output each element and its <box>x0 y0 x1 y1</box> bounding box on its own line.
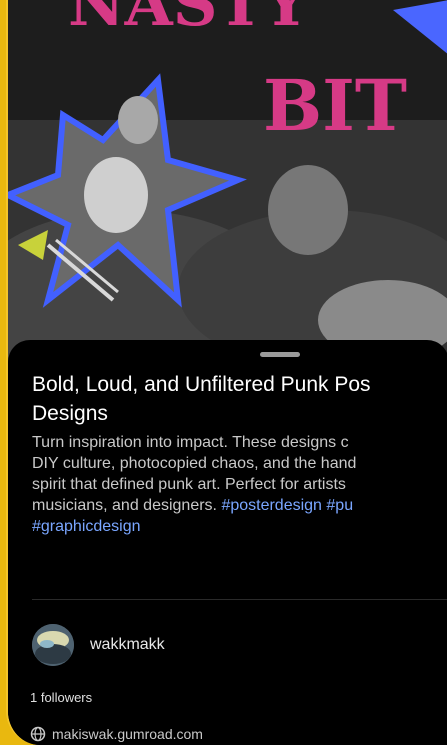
description-line: musicians, and designers. #posterdesign … <box>32 495 447 516</box>
website-url[interactable]: makiswak.gumroad.com <box>52 726 203 742</box>
creator-website-link[interactable]: makiswak.gumroad.com <box>30 726 203 742</box>
creator-row[interactable]: wakkmakk <box>32 622 165 668</box>
pin-title-line: Designs <box>32 402 108 425</box>
creator-username[interactable]: wakkmakk <box>90 636 165 654</box>
globe-icon <box>30 726 46 742</box>
hashtag-link[interactable]: #pu <box>326 497 353 514</box>
pin-description: Turn inspiration into impact. These desi… <box>32 432 447 537</box>
divider <box>32 599 447 600</box>
description-line: DIY culture, photocopied chaos, and the … <box>32 455 357 472</box>
follower-count: 1 followers <box>30 690 93 705</box>
phone-screen: NASTY BIT Bold, Loud, and Unfiltered Pun… <box>6 0 447 745</box>
hero-title-fragment-top: NASTY <box>68 0 309 40</box>
pin-title-line: Bold, Loud, and Unfiltered Punk Pos <box>32 373 371 396</box>
hashtag-link[interactable]: #posterdesign <box>221 497 322 514</box>
pin-title: Bold, Loud, and Unfiltered Punk Pos Desi… <box>32 370 447 428</box>
description-line: Turn inspiration into impact. These desi… <box>32 434 349 451</box>
hero-title-fragment-bottom: BIT <box>263 64 407 147</box>
pin-details-sheet: Bold, Loud, and Unfiltered Punk Pos Desi… <box>8 340 447 745</box>
hashtag-link[interactable]: #graphicdesign <box>32 516 447 537</box>
drag-handle[interactable] <box>260 352 300 357</box>
description-line-text: musicians, and designers. <box>32 497 222 514</box>
description-line: spirit that defined punk art. Perfect fo… <box>32 476 346 493</box>
avatar[interactable] <box>32 624 74 666</box>
pin-image[interactable]: NASTY BIT <box>8 0 447 365</box>
